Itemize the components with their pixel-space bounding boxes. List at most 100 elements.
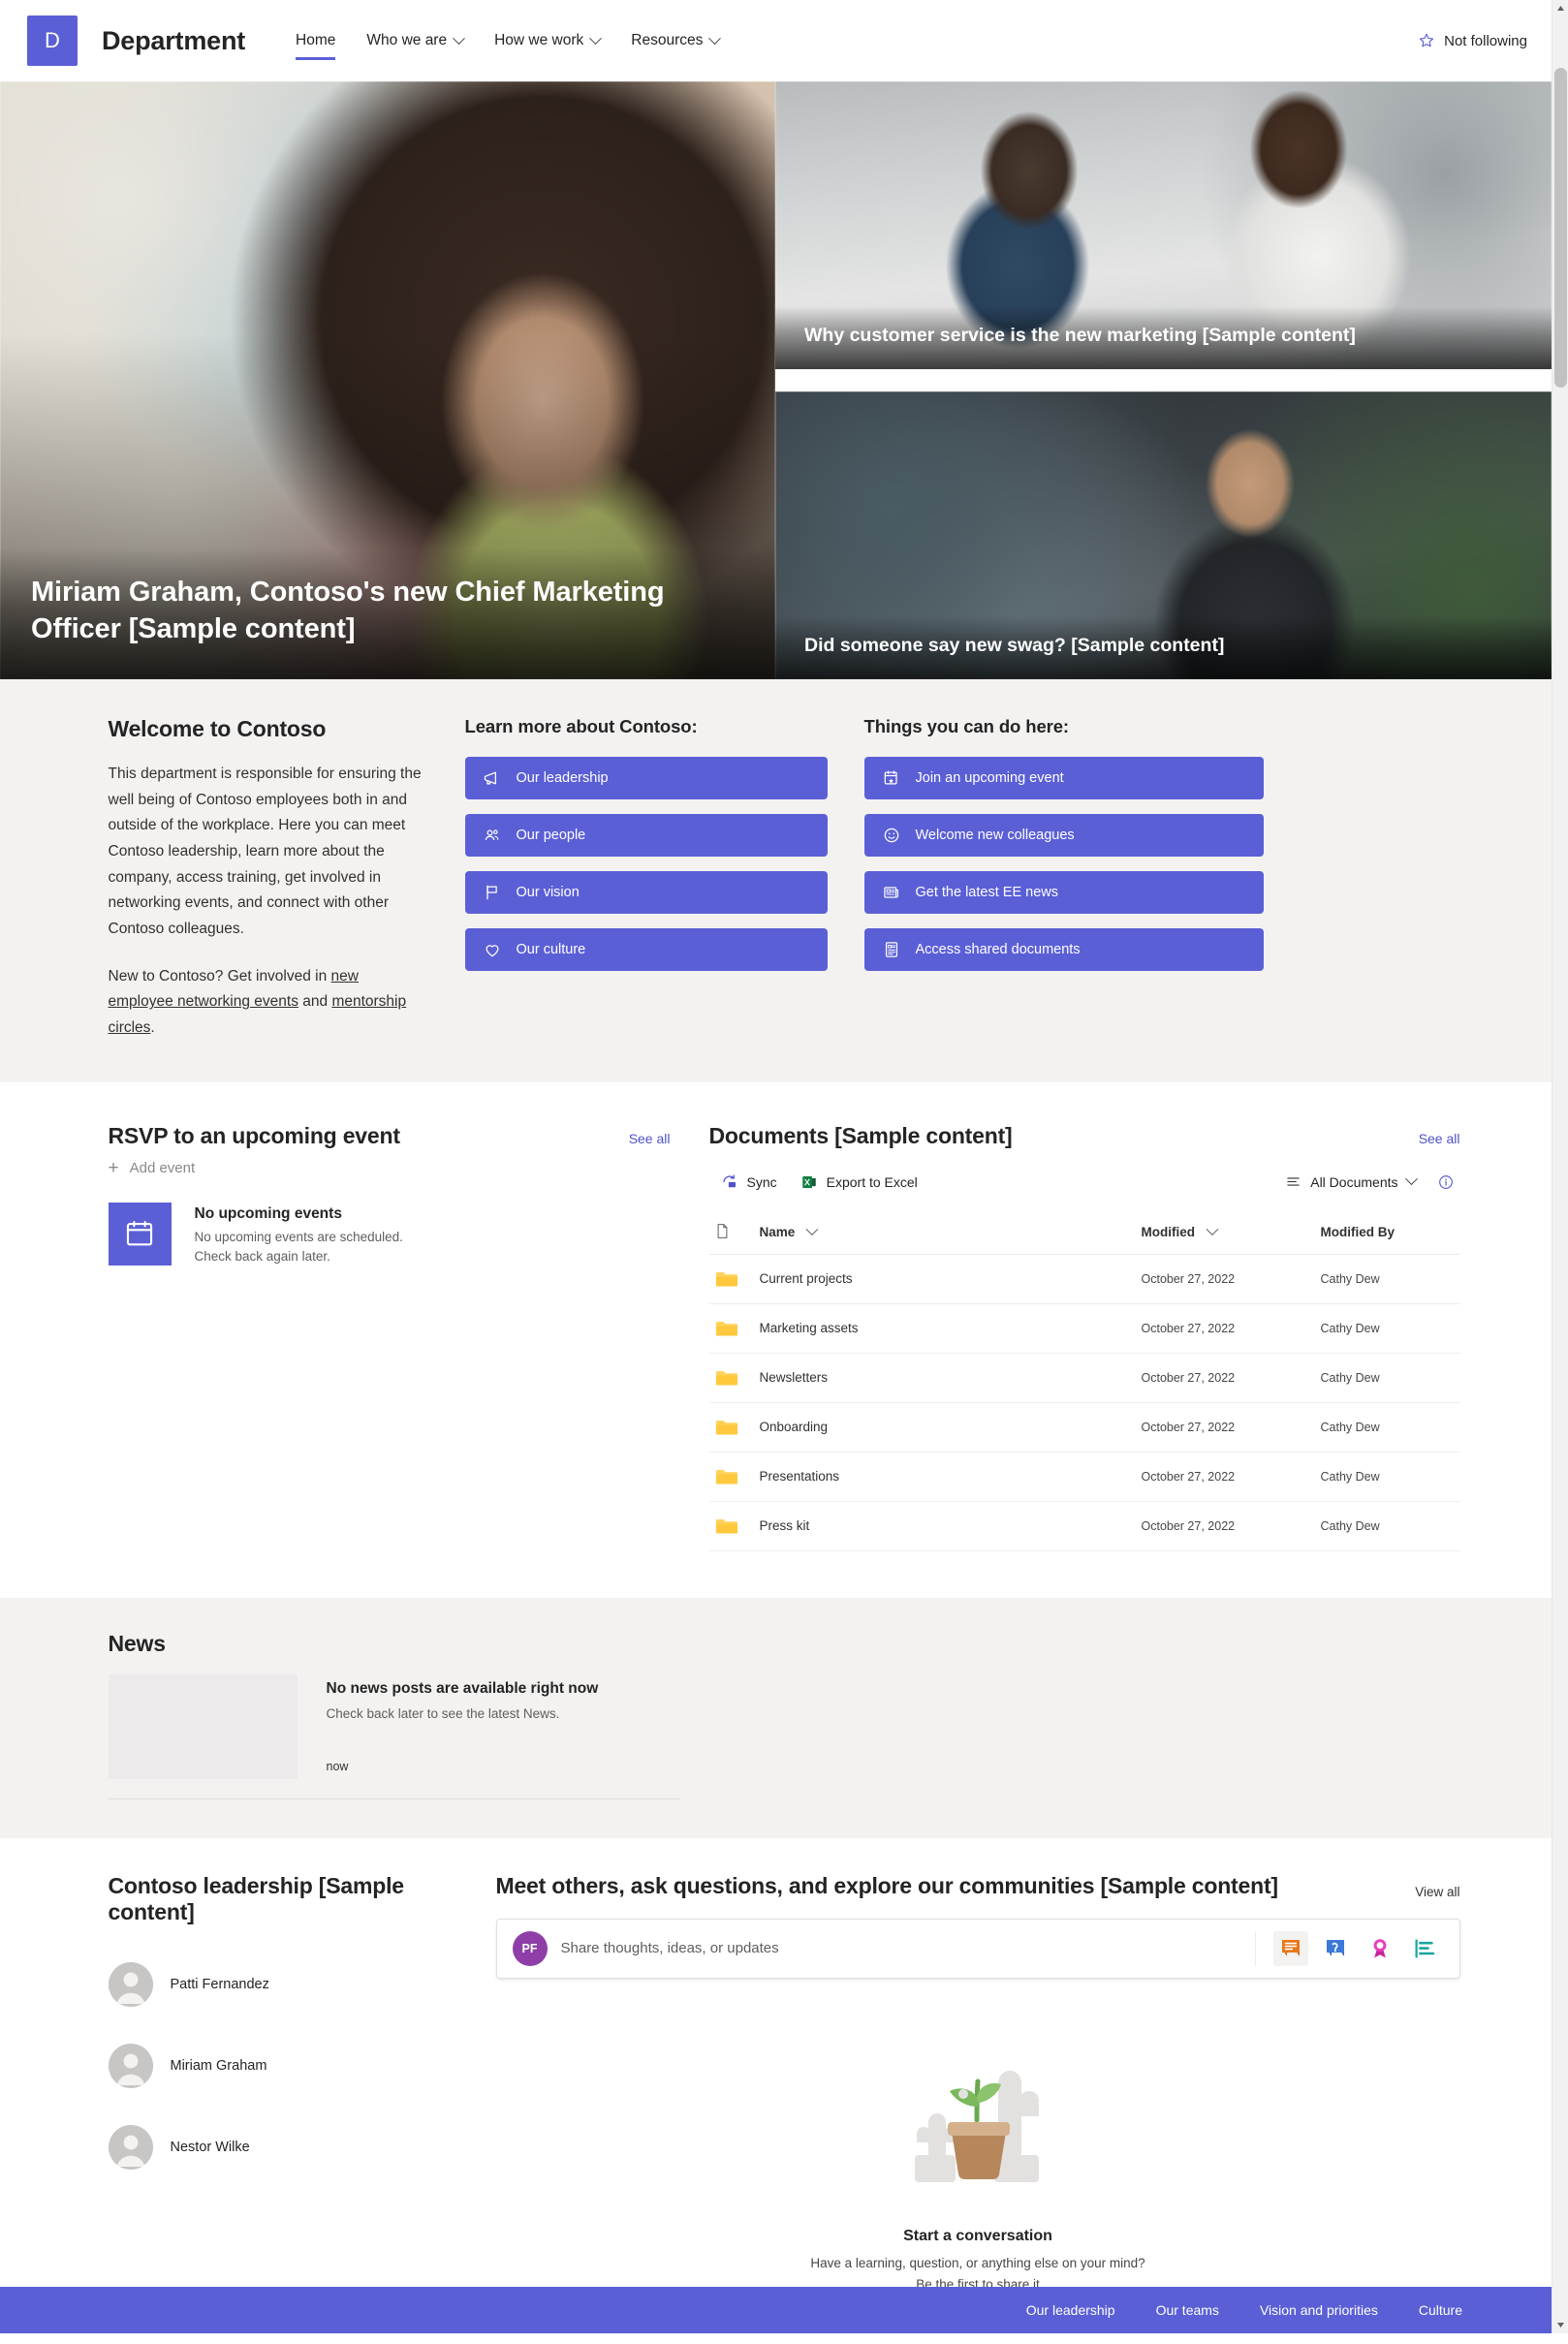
row-name[interactable]: Newsletters — [754, 1353, 1136, 1402]
quicklink-our-vision[interactable]: Our vision — [465, 871, 828, 914]
hero-main-title: Miriam Graham, Contoso's new Chief Marke… — [0, 548, 775, 679]
list-item[interactable]: Miriam Graham — [109, 2044, 473, 2088]
discussion-button[interactable] — [1273, 1931, 1308, 1966]
footer-link-culture[interactable]: Culture — [1419, 2302, 1462, 2318]
quicklink-our-leadership[interactable]: Our leadership — [465, 757, 828, 799]
hero-story-drone[interactable]: Why customer service is the new marketin… — [775, 81, 1552, 369]
news-section: News No news posts are available right n… — [0, 1598, 1568, 1838]
community-webpart: Meet others, ask questions, and explore … — [496, 1873, 1460, 2297]
row-modified-by[interactable]: Cathy Dew — [1315, 1353, 1460, 1402]
events-webpart: RSVP to an upcoming event See all + Add … — [109, 1123, 709, 1551]
learn-more-heading: Learn more about Contoso: — [465, 716, 828, 737]
quicklink-label: Our leadership — [517, 770, 609, 786]
question-button[interactable] — [1318, 1931, 1353, 1966]
column-name[interactable]: Name — [754, 1211, 1136, 1255]
row-modified-by[interactable]: Cathy Dew — [1315, 1254, 1460, 1303]
documents-webpart: Documents [Sample content] See all Sync — [709, 1123, 1460, 1551]
folder-icon — [715, 1269, 738, 1289]
scroll-down-arrow[interactable] — [1552, 2317, 1568, 2333]
quicklink-label: Access shared documents — [916, 942, 1081, 957]
scroll-up-arrow[interactable] — [1552, 0, 1568, 16]
news-divider — [109, 1798, 680, 1799]
documents-toolbar: Sync Export to Excel All Docu — [709, 1167, 1460, 1198]
row-name[interactable]: Marketing assets — [754, 1303, 1136, 1353]
page-scrollbar[interactable] — [1552, 0, 1568, 2333]
quicklink-our-culture[interactable]: Our culture — [465, 928, 828, 971]
column-file-type[interactable] — [709, 1211, 754, 1255]
community-empty-line1: Have a learning, question, or anything e… — [496, 2253, 1460, 2274]
export-to-excel-button[interactable]: Export to Excel — [789, 1167, 929, 1198]
row-modified-by[interactable]: Cathy Dew — [1315, 1501, 1460, 1550]
quicklink-shared-documents[interactable]: Access shared documents — [864, 928, 1264, 971]
list-item[interactable]: Nestor Wilke — [109, 2125, 473, 2170]
welcome-paragraph-links: New to Contoso? Get involved in new empl… — [109, 964, 424, 1042]
documents-see-all-link[interactable]: See all — [1419, 1131, 1460, 1149]
row-modified-by[interactable]: Cathy Dew — [1315, 1452, 1460, 1501]
quicklink-label: Get the latest EE news — [916, 885, 1059, 900]
flag-icon — [483, 883, 502, 902]
column-modified[interactable]: Modified — [1136, 1211, 1315, 1255]
row-modified-by[interactable]: Cathy Dew — [1315, 1303, 1460, 1353]
calendar-icon — [109, 1203, 172, 1266]
row-name[interactable]: Onboarding — [754, 1402, 1136, 1452]
add-event-button[interactable]: + Add event — [109, 1159, 671, 1177]
footer-link-vision-and-priorities[interactable]: Vision and priorities — [1260, 2302, 1378, 2318]
add-event-label: Add event — [130, 1160, 196, 1176]
community-view-all-link[interactable]: View all — [1415, 1885, 1459, 1899]
chevron-down-icon — [806, 1223, 819, 1235]
footer-link-our-leadership[interactable]: Our leadership — [1026, 2302, 1115, 2318]
star-outline-icon — [1418, 32, 1435, 49]
nav-item-how-we-work[interactable]: How we work — [479, 24, 615, 57]
site-logo[interactable]: D — [27, 16, 78, 66]
events-documents-section: RSVP to an upcoming event See all + Add … — [0, 1082, 1568, 1598]
hero-banner: Miriam Graham, Contoso's new Chief Marke… — [0, 81, 1552, 679]
site-title[interactable]: Department — [102, 26, 245, 56]
list-item[interactable]: Patti Fernandez — [109, 1962, 473, 2007]
hero-main-story[interactable]: Miriam Graham, Contoso's new Chief Marke… — [0, 81, 775, 679]
praise-icon — [1369, 1937, 1391, 1960]
quicklink-join-event[interactable]: Join an upcoming event — [864, 757, 1264, 799]
chevron-down-icon — [453, 32, 465, 45]
news-empty-sub: Check back later to see the latest News. — [327, 1706, 599, 1721]
table-row[interactable]: Newsletters October 27, 2022 Cathy Dew — [709, 1353, 1460, 1402]
table-header-row: Name Modified Modified By — [709, 1211, 1460, 1255]
row-modified: October 27, 2022 — [1136, 1353, 1315, 1402]
heart-icon — [483, 940, 502, 959]
sync-button[interactable]: Sync — [709, 1167, 789, 1198]
text-mid: and — [298, 993, 331, 1010]
leadership-webpart: Contoso leadership [Sample content] Patt… — [109, 1873, 496, 2297]
table-row[interactable]: Presentations October 27, 2022 Cathy Dew — [709, 1452, 1460, 1501]
quicklink-welcome-colleagues[interactable]: Welcome new colleagues — [864, 814, 1264, 857]
table-row[interactable]: Onboarding October 27, 2022 Cathy Dew — [709, 1402, 1460, 1452]
quicklink-label: Our vision — [517, 885, 580, 900]
quicklink-our-people[interactable]: Our people — [465, 814, 828, 857]
nav-item-resources[interactable]: Resources — [615, 24, 735, 57]
quicklink-latest-news[interactable]: Get the latest EE news — [864, 871, 1264, 914]
row-name[interactable]: Presentations — [754, 1452, 1136, 1501]
conversation-composer[interactable]: PF Share thoughts, ideas, or updates — [496, 1919, 1460, 1979]
follow-toggle[interactable]: Not following — [1418, 32, 1543, 49]
row-name[interactable]: Current projects — [754, 1254, 1136, 1303]
info-button[interactable] — [1431, 1167, 1460, 1198]
table-row[interactable]: Current projects October 27, 2022 Cathy … — [709, 1254, 1460, 1303]
composer-tools — [1255, 1931, 1459, 1966]
praise-button[interactable] — [1363, 1931, 1397, 1966]
row-modified-by[interactable]: Cathy Dew — [1315, 1402, 1460, 1452]
calendar-star-icon — [882, 768, 901, 788]
share-input[interactable]: Share thoughts, ideas, or updates — [561, 1940, 779, 1956]
footer-link-our-teams[interactable]: Our teams — [1156, 2302, 1219, 2318]
news-placeholder-thumbnail — [109, 1674, 298, 1779]
poll-button[interactable] — [1407, 1931, 1442, 1966]
row-name[interactable]: Press kit — [754, 1501, 1136, 1550]
welcome-section: Welcome to Contoso This department is re… — [0, 679, 1568, 1082]
nav-item-who-we-are[interactable]: Who we are — [351, 24, 479, 57]
text-pre: New to Contoso? Get involved in — [109, 968, 331, 984]
hero-story-swag[interactable]: Did someone say new swag? [Sample conten… — [775, 391, 1552, 679]
events-see-all-link[interactable]: See all — [629, 1131, 671, 1149]
table-row[interactable]: Marketing assets October 27, 2022 Cathy … — [709, 1303, 1460, 1353]
scrollbar-thumb[interactable] — [1554, 68, 1567, 388]
view-selector[interactable]: All Documents — [1273, 1167, 1427, 1197]
nav-item-home[interactable]: Home — [280, 24, 351, 57]
column-modified-by[interactable]: Modified By — [1315, 1211, 1460, 1255]
table-row[interactable]: Press kit October 27, 2022 Cathy Dew — [709, 1501, 1460, 1550]
